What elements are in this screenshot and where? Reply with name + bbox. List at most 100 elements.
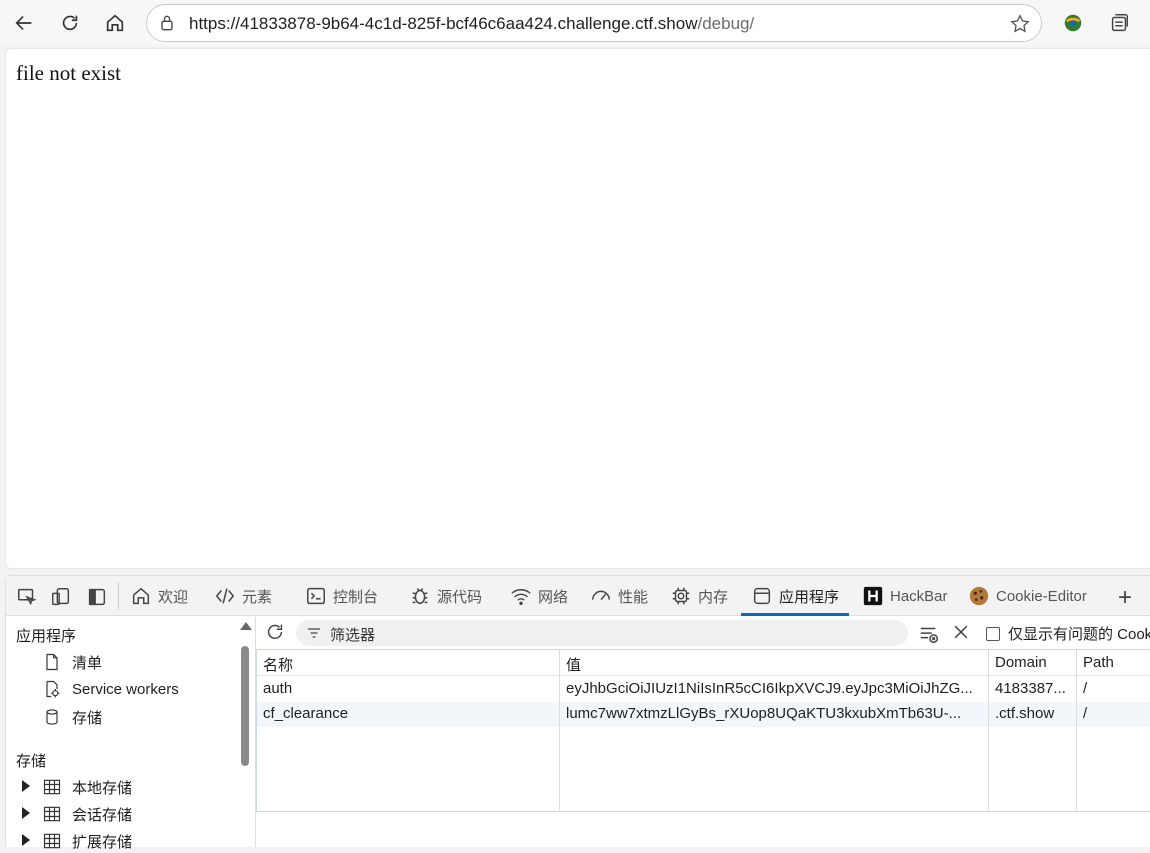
favorite-star-icon[interactable] (1009, 13, 1031, 35)
url-path: /debug/ (697, 14, 755, 33)
column-header-domain[interactable]: Domain (989, 650, 1077, 676)
extension-globe-icon[interactable] (1062, 12, 1084, 34)
cookie-domain-cell[interactable]: .ctf.show (989, 702, 1077, 727)
home-icon (132, 587, 150, 605)
checkbox[interactable] (986, 626, 1000, 641)
refresh-icon[interactable] (264, 621, 286, 643)
tab-label: 源代码 (437, 588, 483, 606)
chip-icon (672, 587, 690, 605)
tab-label: 内存 (698, 588, 729, 606)
column-header-value[interactable]: 值 (560, 650, 989, 676)
cookies-table: 名称 值 Domain Path auth eyJhbGciOiJIUzI1Ni… (256, 649, 1150, 812)
clear-all-cookies-icon[interactable] (918, 623, 940, 645)
tab-label: HackBar (890, 587, 948, 605)
tab-performance[interactable]: 性能 (590, 576, 648, 616)
sidebar-item-label: Service workers (72, 680, 179, 698)
cookie-value-cell[interactable]: eyJhbGciOiJIUzI1NiIsInR5cCI6IkpXVCJ9.eyJ… (560, 677, 989, 702)
tab-label: 性能 (618, 588, 649, 606)
column-header-path[interactable]: Path (1077, 650, 1150, 676)
cookies-panel: 筛选器 仅显示有问题的 Cook 名称 值 Domain Path auth e… (256, 617, 1150, 847)
address-bar[interactable]: https://41833878-9b64-4c1d-825f-bcf46c6a… (146, 4, 1042, 42)
expand-arrow-icon[interactable] (22, 807, 30, 819)
expand-arrow-icon[interactable] (22, 780, 30, 792)
column-divider[interactable] (988, 650, 989, 811)
application-sidebar: 应用程序 清单 Service workers 存储 存储 本地存储 会话存储 … (6, 617, 256, 851)
lock-icon[interactable] (157, 13, 177, 33)
dock-side-icon[interactable] (86, 586, 108, 608)
tab-welcome[interactable]: 欢迎 (130, 576, 188, 616)
delete-selected-icon[interactable] (951, 622, 971, 642)
gauge-icon (592, 590, 610, 601)
file-icon (46, 653, 58, 671)
sidebar-item-local-storage[interactable]: 本地存储 (42, 775, 132, 799)
sidebar-item-extension-storage[interactable]: 扩展存储 (42, 829, 132, 853)
inspect-element-icon[interactable] (16, 586, 38, 608)
device-emulation-icon[interactable] (50, 586, 72, 608)
cookie-domain-cell[interactable]: 4183387... (989, 677, 1077, 702)
back-icon[interactable] (8, 8, 40, 38)
only-issues-label: 仅显示有问题的 Cook (1008, 626, 1150, 643)
browser-toolbar: https://41833878-9b64-4c1d-825f-bcf46c6a… (0, 0, 1150, 46)
grid-icon (43, 806, 61, 822)
refresh-icon[interactable] (54, 8, 86, 38)
tab-sources[interactable]: 源代码 (409, 576, 482, 616)
page-viewport: file not exist (5, 48, 1150, 569)
database-icon (46, 709, 58, 725)
tab-network[interactable]: 网络 (510, 576, 568, 616)
sidebar-item-label: 存储 (72, 709, 103, 727)
only-issues-checkbox[interactable]: 仅显示有问题的 Cook (986, 623, 1150, 644)
tab-application[interactable]: 应用程序 (741, 576, 850, 616)
sidebar-item-label: 会话存储 (72, 806, 133, 824)
sidebar-item-service-workers[interactable]: Service workers (42, 677, 179, 701)
gear-icon (46, 680, 60, 698)
devtools-panel: 欢迎 元素 控制台 源代码 网络 性能 内存 应用程序 HackBar Cook… (5, 575, 1150, 851)
column-divider[interactable] (559, 650, 560, 811)
tab-label: 应用程序 (779, 588, 840, 606)
sidebar-item-label: 扩展存储 (72, 833, 133, 851)
cookie-path-cell[interactable]: / (1077, 702, 1150, 727)
column-header-name[interactable]: 名称 (257, 650, 560, 676)
tab-label: 元素 (242, 588, 273, 606)
cookie-name-cell[interactable]: auth (257, 677, 560, 702)
add-tab-icon[interactable]: + (1118, 584, 1132, 612)
sidebar-item-session-storage[interactable]: 会话存储 (42, 802, 132, 826)
tab-label: 欢迎 (158, 588, 189, 606)
tab-cookie-editor[interactable]: Cookie-Editor (968, 576, 1087, 616)
tab-console[interactable]: 控制台 (305, 576, 378, 616)
filter-placeholder: 筛选器 (330, 627, 376, 644)
cookie-path-cell[interactable]: / (1077, 677, 1150, 702)
expand-arrow-icon[interactable] (22, 834, 30, 846)
grid-icon (43, 833, 61, 849)
scroll-up-arrow-icon[interactable] (240, 622, 252, 630)
tab-label: Cookie-Editor (996, 587, 1087, 605)
sidebar-section-application: 应用程序 (16, 628, 77, 645)
toolbar-divider (118, 582, 119, 610)
console-icon (307, 587, 325, 605)
application-window-icon (753, 587, 771, 605)
devtools-tab-bar: 欢迎 元素 控制台 源代码 网络 性能 内存 应用程序 HackBar Cook… (6, 576, 1150, 616)
sidebar-section-storage: 存储 (16, 753, 47, 770)
url-host: https://41833878-9b64-4c1d-825f-bcf46c6a… (189, 14, 698, 33)
tab-elements[interactable]: 元素 (214, 576, 272, 616)
hackbar-icon (863, 586, 883, 606)
sidebar-scrollbar-thumb[interactable] (241, 646, 249, 766)
url-text[interactable]: https://41833878-9b64-4c1d-825f-bcf46c6a… (189, 14, 754, 34)
tab-memory[interactable]: 内存 (670, 576, 728, 616)
sidebar-item-label: 本地存储 (72, 779, 133, 797)
home-icon[interactable] (99, 8, 131, 38)
wifi-icon (511, 589, 531, 605)
column-divider[interactable] (1076, 650, 1077, 811)
sidebar-item-storage[interactable]: 存储 (42, 705, 102, 729)
tab-hackbar[interactable]: HackBar (862, 576, 948, 616)
page-body-text: file not exist (16, 61, 121, 85)
code-icon (215, 588, 235, 604)
cookie-icon (969, 586, 989, 606)
bug-icon (412, 588, 428, 605)
collections-icon[interactable] (1108, 12, 1130, 34)
sidebar-item-manifest[interactable]: 清单 (42, 650, 102, 674)
filter-input[interactable]: 筛选器 (296, 620, 908, 646)
cookie-name-cell[interactable]: cf_clearance (257, 702, 560, 727)
grid-icon (43, 779, 61, 795)
tab-label: 控制台 (333, 588, 379, 606)
cookie-value-cell[interactable]: lumc7ww7xtmzLlGyBs_rXUop8UQaKTU3kxubXmTb… (560, 702, 989, 727)
